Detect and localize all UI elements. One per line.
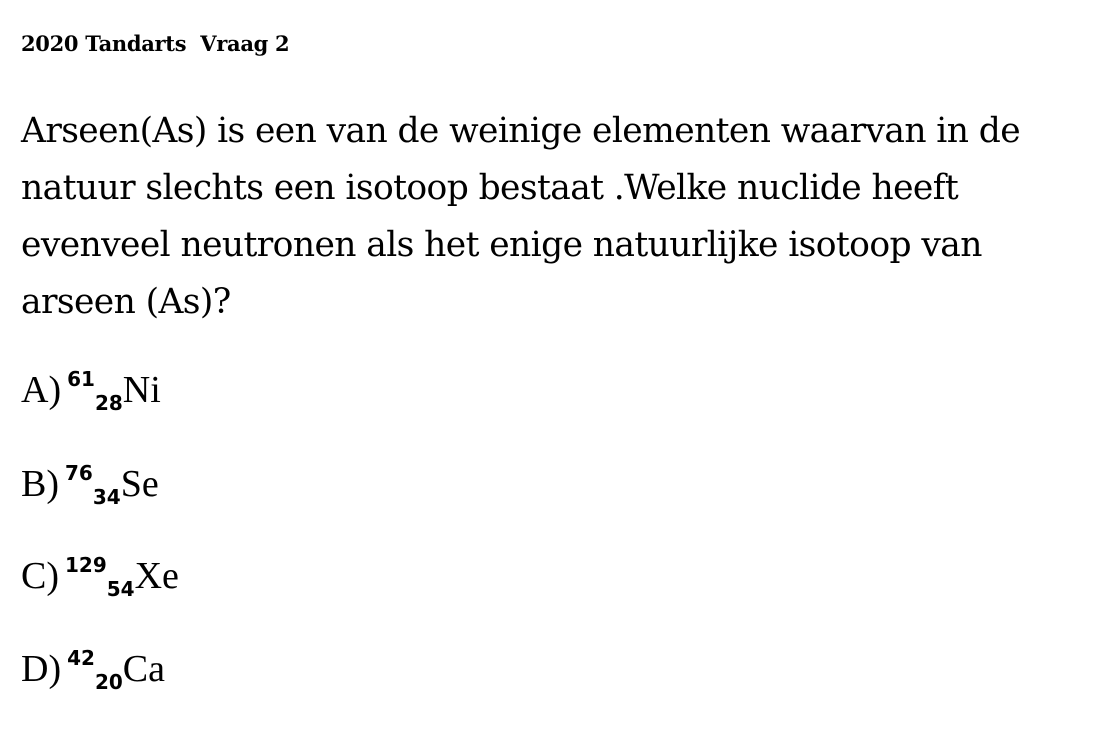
- option-label: C): [21, 555, 59, 597]
- question-text: Arseen(As) is een van de weinige element…: [21, 103, 1093, 331]
- answer-option-c[interactable]: C) 12954Xe: [21, 553, 179, 604]
- option-label: B): [21, 463, 59, 505]
- nuclide-notation: 7634Se: [65, 461, 159, 512]
- element-symbol: Xe: [134, 555, 179, 597]
- element-symbol: Ni: [122, 369, 161, 411]
- nuclide-notation: 12954Xe: [65, 553, 179, 604]
- option-label: D): [21, 648, 62, 690]
- atomic-number: 20: [94, 670, 123, 694]
- document-page: 2020 Tandarts Vraag 2 Arseen(As) is een …: [0, 0, 1098, 730]
- mass-number: 76: [65, 461, 93, 485]
- mass-number: 129: [65, 553, 107, 577]
- question-line: natuur slechts een isotoop bestaat .Welk…: [21, 168, 959, 208]
- mass-number: 61: [67, 367, 95, 391]
- nuclide-notation: 6128Ni: [67, 367, 161, 418]
- answer-option-b[interactable]: B) 7634Se: [21, 461, 159, 512]
- mass-number: 42: [67, 646, 95, 670]
- exam-header: 2020 Tandarts Vraag 2: [21, 31, 290, 56]
- atomic-number: 54: [106, 577, 135, 601]
- question-line: evenveel neutronen als het enige natuurl…: [21, 225, 982, 265]
- nuclide-notation: 4220Ca: [67, 646, 165, 697]
- answer-option-a[interactable]: A) 6128Ni: [21, 367, 161, 418]
- element-symbol: Se: [120, 463, 159, 505]
- question-line: Arseen(As) is een van de weinige element…: [21, 111, 1021, 151]
- answer-option-d[interactable]: D) 4220Ca: [21, 646, 165, 697]
- question-line: arseen (As)?: [21, 282, 231, 322]
- atomic-number: 34: [92, 485, 121, 509]
- element-symbol: Ca: [122, 648, 166, 690]
- atomic-number: 28: [94, 391, 123, 415]
- option-label: A): [21, 369, 62, 411]
